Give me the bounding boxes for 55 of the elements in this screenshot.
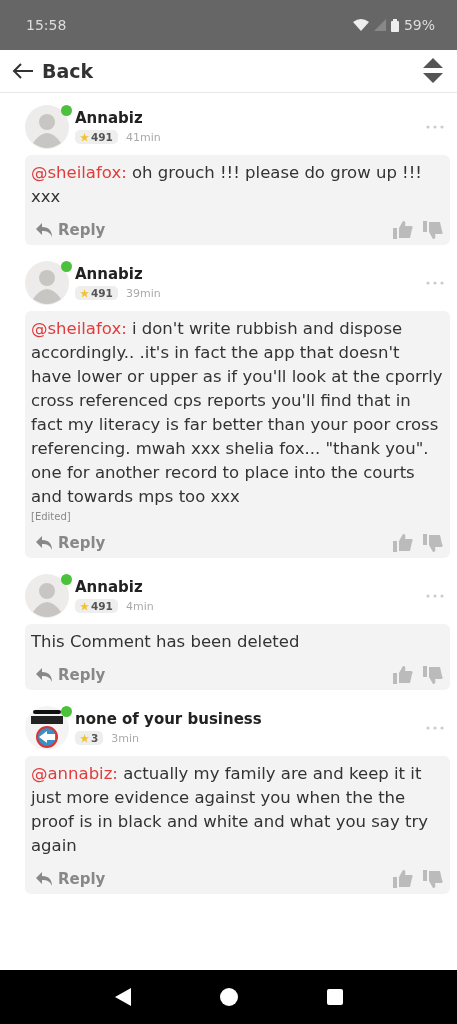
comment-time: 4min bbox=[125, 599, 154, 613]
score-badge: 491 bbox=[75, 286, 118, 300]
author-name: Annabiz bbox=[75, 265, 144, 283]
home-nav-icon[interactable] bbox=[218, 987, 239, 1007]
comment-time: 39min bbox=[125, 286, 161, 300]
avatar-icon bbox=[25, 105, 69, 149]
recents-nav-icon[interactable] bbox=[325, 988, 344, 1006]
thumbs-down-icon[interactable] bbox=[423, 870, 443, 888]
status-time: 15:58 bbox=[26, 17, 67, 33]
edited-label: [Edited] bbox=[31, 511, 72, 522]
comment-text: @sheilafox: i don't write rubbish and dispose accordingly.. .it's in fact the app that doesn't have lower or upper as if you'll look at the cporrly cross referenced cps reports you'll find that in fact my literacy is far better than your poor cross referencing. mwah xxx shelia fox... "thank you". one for another record to place into the courts and towards mps too xxx bbox=[31, 318, 443, 508]
comment-time: 41min bbox=[125, 130, 161, 144]
sort-icon[interactable] bbox=[423, 58, 443, 84]
more-icon[interactable] bbox=[426, 125, 444, 129]
back-button[interactable]: Back bbox=[12, 60, 94, 82]
avatar-icon bbox=[25, 261, 69, 305]
reply-icon bbox=[35, 667, 53, 683]
thumbs-down-icon[interactable] bbox=[423, 534, 443, 552]
author-name: Annabiz bbox=[75, 109, 144, 127]
thumbs-up-icon[interactable] bbox=[393, 534, 413, 552]
score-badge: 491 bbox=[75, 599, 118, 613]
star-icon bbox=[80, 132, 89, 142]
battery-icon bbox=[390, 18, 399, 32]
reply-icon bbox=[35, 871, 53, 887]
score-badge: 3 bbox=[75, 731, 104, 745]
reply-icon bbox=[35, 535, 53, 551]
comment-text: @annabiz: actually my family are and keep it it just more evidence against you when the the proof is in black and white and what you say try again bbox=[31, 763, 429, 857]
star-icon bbox=[80, 733, 89, 743]
avatar-icon bbox=[25, 574, 69, 618]
star-icon bbox=[80, 601, 89, 611]
reply-button[interactable]: Reply bbox=[31, 870, 106, 888]
author-name: Annabiz bbox=[75, 578, 144, 596]
comment-time: 3min bbox=[111, 731, 140, 745]
signal-icon bbox=[373, 19, 386, 31]
back-nav-icon[interactable] bbox=[113, 987, 132, 1007]
battery-percent: 59% bbox=[403, 17, 435, 33]
thumbs-up-icon[interactable] bbox=[393, 666, 413, 684]
more-icon[interactable] bbox=[426, 726, 444, 730]
more-icon[interactable] bbox=[426, 281, 444, 285]
thumbs-up-icon[interactable] bbox=[393, 221, 413, 239]
comment-text: This Comment has been deleted bbox=[31, 631, 301, 653]
thumbs-down-icon[interactable] bbox=[423, 221, 443, 239]
score-badge: 491 bbox=[75, 130, 118, 144]
author-name: none of your business bbox=[75, 710, 263, 728]
reply-button[interactable]: Reply bbox=[31, 221, 106, 239]
comment-text: @sheilafox: oh grouch !!! please do grow up !!! xxx bbox=[31, 162, 423, 208]
reply-button[interactable]: Reply bbox=[31, 534, 106, 552]
thumbs-up-icon[interactable] bbox=[393, 870, 413, 888]
thumbs-down-icon[interactable] bbox=[423, 666, 443, 684]
more-icon[interactable] bbox=[426, 594, 444, 598]
back-arrow-icon bbox=[12, 63, 34, 79]
star-icon bbox=[80, 288, 89, 298]
wifi-icon bbox=[352, 19, 369, 31]
reply-icon bbox=[35, 222, 53, 238]
reply-button[interactable]: Reply bbox=[31, 666, 106, 684]
